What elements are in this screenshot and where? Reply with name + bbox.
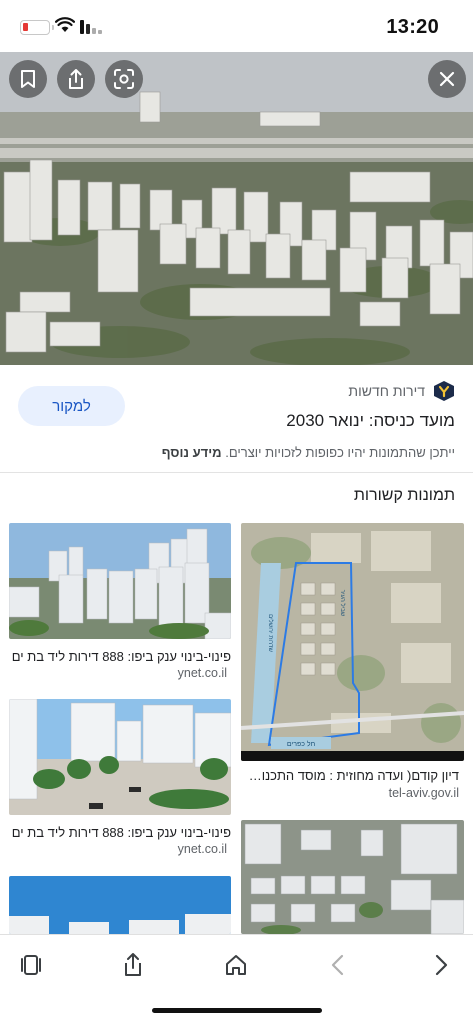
visit-source-button[interactable]: למקור bbox=[18, 386, 125, 426]
home-indicator[interactable] bbox=[152, 1008, 322, 1013]
share-page-button[interactable] bbox=[113, 945, 153, 985]
home-button[interactable] bbox=[216, 945, 256, 985]
related-image-2-title[interactable]: דיון קודם( ועדה מחוזית : מוסד התכנון המו… bbox=[247, 768, 459, 783]
plan-map-photo: חל כפרים שדרות ירושלים שביל העיר bbox=[241, 523, 464, 761]
related-image-1-title[interactable]: פינוי-בינוי ענק ביפו: 888 דירות ליד בת י… bbox=[9, 649, 231, 664]
more-info-link[interactable]: מידע נוסף bbox=[162, 445, 222, 460]
status-time: 13:20 bbox=[386, 16, 439, 38]
tabs-icon bbox=[21, 955, 41, 975]
rendering-photo bbox=[9, 523, 231, 639]
copyright-notice: ייתכן שהתמונות יהיו כפופות לזכויות יוצרי… bbox=[162, 445, 455, 460]
related-image-3[interactable] bbox=[9, 699, 231, 815]
rendering-photo bbox=[9, 876, 231, 934]
status-bar: 13:20 bbox=[0, 0, 473, 52]
related-image-5[interactable] bbox=[241, 820, 464, 934]
cellular-signal-icon bbox=[80, 20, 102, 34]
image-title: מועד כניסה: ינואר 2030 bbox=[286, 411, 455, 430]
wifi-icon bbox=[55, 17, 75, 32]
tabs-button[interactable] bbox=[11, 945, 51, 985]
back-icon bbox=[331, 954, 344, 976]
map-label-path: שביל העיר bbox=[339, 590, 347, 617]
map-label-avenue: שדרות ירושלים bbox=[267, 614, 275, 652]
aerial-city-photo bbox=[0, 52, 473, 365]
close-icon bbox=[439, 71, 455, 87]
related-images-heading: תמונות קשורות bbox=[353, 487, 455, 504]
related-image-1[interactable] bbox=[9, 523, 231, 639]
aerial-rendering-photo bbox=[241, 820, 464, 934]
share-icon bbox=[69, 69, 83, 89]
related-image-1-domain: ynet.co.il bbox=[177, 666, 227, 680]
lens-button[interactable] bbox=[105, 60, 143, 98]
battery-icon bbox=[20, 20, 54, 35]
forward-button[interactable] bbox=[421, 945, 461, 985]
share-button[interactable] bbox=[57, 60, 95, 98]
related-image-2-domain: tel-aviv.gov.il bbox=[388, 786, 459, 800]
source-row[interactable]: דירות חדשות bbox=[348, 380, 455, 402]
map-label-street: חל כפרים bbox=[287, 740, 316, 748]
share-icon bbox=[125, 953, 141, 976]
bookmark-button[interactable] bbox=[9, 60, 47, 98]
source-logo-icon bbox=[434, 381, 454, 401]
source-name[interactable]: דירות חדשות bbox=[348, 383, 425, 399]
rendering-street-photo bbox=[9, 699, 231, 815]
forward-icon bbox=[435, 954, 448, 976]
related-image-3-domain: ynet.co.il bbox=[177, 842, 227, 856]
copyright-text: ייתכן שהתמונות יהיו כפופות לזכויות יוצרי… bbox=[225, 445, 455, 460]
related-image-3-title[interactable]: פינוי-בינוי ענק ביפו: 888 דירות ליד בת י… bbox=[9, 825, 231, 840]
related-image-2[interactable]: חל כפרים שדרות ירושלים שביל העיר bbox=[241, 523, 464, 761]
back-button[interactable] bbox=[318, 945, 358, 985]
related-image-4[interactable] bbox=[9, 876, 231, 934]
close-button[interactable] bbox=[428, 60, 466, 98]
lens-icon bbox=[114, 69, 134, 89]
bookmark-icon bbox=[21, 70, 35, 88]
divider bbox=[0, 472, 473, 473]
home-icon bbox=[226, 955, 246, 975]
hero-image[interactable] bbox=[0, 52, 473, 365]
